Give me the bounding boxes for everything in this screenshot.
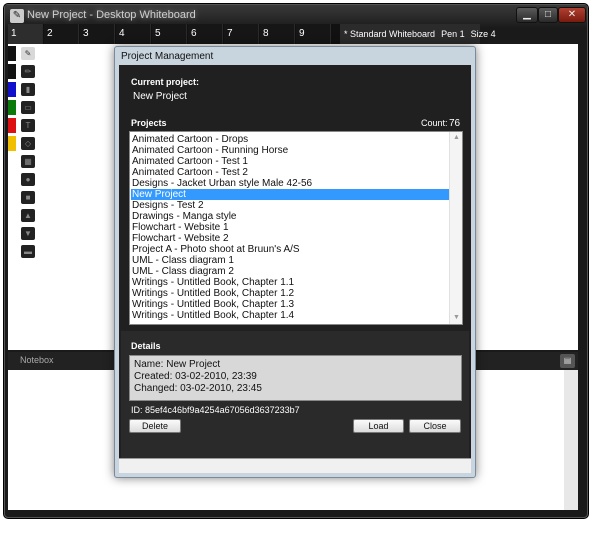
list-item[interactable]: Drawings - Manga style xyxy=(131,211,449,222)
pen-icon[interactable]: ✎ xyxy=(21,47,35,60)
project-list[interactable]: Animated Cartoon - Drops Animated Cartoo… xyxy=(129,131,463,325)
project-id: ID: 85ef4c46bf9a4254a67056d3637233b7 xyxy=(131,405,300,415)
color-swatch[interactable] xyxy=(8,100,16,115)
projects-label: Projects xyxy=(131,118,167,128)
tool-palette: ✎ ✏ ▮ ▭ T ◇ ▦ ● ■ ▲ ▼ ▬ xyxy=(8,46,40,260)
maximize-button[interactable]: □ xyxy=(538,7,558,23)
color-swatch[interactable] xyxy=(8,64,16,79)
current-project-value: New Project xyxy=(133,91,187,102)
app-logo-icon: ✎ xyxy=(10,9,24,23)
tab-page-3[interactable]: 3 xyxy=(80,24,115,44)
tab-page-6[interactable]: 6 xyxy=(188,24,223,44)
list-item[interactable]: Animated Cartoon - Running Horse xyxy=(131,145,449,156)
color-swatch[interactable] xyxy=(8,118,16,133)
list-item[interactable]: Flowchart - Website 1 xyxy=(131,222,449,233)
highlighter-icon[interactable]: ▮ xyxy=(21,83,35,96)
close-button[interactable]: Close xyxy=(409,419,461,433)
list-item-selected[interactable]: New Project xyxy=(131,189,449,200)
notebox-label: Notebox xyxy=(20,355,54,365)
pen-indicator: Pen 1 xyxy=(441,29,465,39)
list-item[interactable]: Writings - Untitled Book, Chapter 1.2 xyxy=(131,288,449,299)
scroll-up-icon[interactable]: ▲ xyxy=(452,134,461,142)
grid-icon[interactable]: ▦ xyxy=(21,155,35,168)
color-swatch[interactable] xyxy=(8,82,16,97)
close-window-button[interactable]: ✕ xyxy=(558,7,586,23)
count-value: 76 xyxy=(449,118,461,129)
tab-page-7[interactable]: 7 xyxy=(224,24,259,44)
tab-page-1[interactable]: 1 xyxy=(8,24,43,44)
text-icon[interactable]: T xyxy=(21,119,35,132)
list-item[interactable]: Animated Cartoon - Test 2 xyxy=(131,167,449,178)
delete-button[interactable]: Delete xyxy=(129,419,181,433)
color-swatch[interactable] xyxy=(8,136,16,151)
tab-page-8[interactable]: 8 xyxy=(260,24,295,44)
list-item[interactable]: Animated Cartoon - Test 1 xyxy=(131,156,449,167)
notebox-toggle-icon[interactable]: ▤ xyxy=(560,354,575,368)
load-button[interactable]: Load xyxy=(353,419,404,433)
size-indicator: Size 4 xyxy=(470,29,496,39)
pencil-icon[interactable]: ✏ xyxy=(21,65,35,78)
list-item[interactable]: Animated Cartoon - Drops xyxy=(131,134,449,145)
list-item[interactable]: Designs - Jacket Urban style Male 42-56 xyxy=(131,178,449,189)
details-box: Name: New Project Created: 03-02-2010, 2… xyxy=(129,355,462,401)
project-management-dialog: Project Management Current project: New … xyxy=(114,46,476,478)
list-item[interactable]: Writings - Untitled Book, Chapter 1.4 xyxy=(131,310,449,321)
current-project-label: Current project: xyxy=(131,77,200,87)
list-item[interactable]: UML - Class diagram 2 xyxy=(131,266,449,277)
details-section: Details Name: New Project Created: 03-02… xyxy=(121,331,469,458)
detail-name: Name: New Project xyxy=(134,359,221,370)
image-icon[interactable]: ▬ xyxy=(21,245,35,258)
list-item[interactable]: Project A - Photo shoot at Bruun's A/S xyxy=(131,244,449,255)
triangle-up-icon[interactable]: ▲ xyxy=(21,209,35,222)
rectangle-icon[interactable]: ■ xyxy=(21,191,35,204)
scroll-down-icon[interactable]: ▼ xyxy=(452,314,461,322)
color-swatch[interactable] xyxy=(8,46,16,61)
status-area: * Standard Whiteboard Pen 1 Size 4 xyxy=(340,24,496,44)
window-title: New Project - Desktop Whiteboard xyxy=(27,9,196,21)
tab-page-5[interactable]: 5 xyxy=(152,24,187,44)
tab-page-4[interactable]: 4 xyxy=(116,24,151,44)
minimize-button[interactable]: ▁ xyxy=(516,7,538,23)
details-label: Details xyxy=(131,341,161,351)
shape-icon[interactable]: ◇ xyxy=(21,137,35,150)
circle-icon[interactable]: ● xyxy=(21,173,35,186)
tab-page-9[interactable]: 9 xyxy=(296,24,331,44)
detail-changed: Changed: 03-02-2010, 23:45 xyxy=(134,383,262,394)
board-name: * Standard Whiteboard xyxy=(344,29,436,39)
list-scrollbar[interactable]: ▲ ▼ xyxy=(449,132,462,324)
list-item[interactable]: UML - Class diagram 1 xyxy=(131,255,449,266)
dialog-title: Project Management xyxy=(121,51,214,62)
tab-page-2[interactable]: 2 xyxy=(44,24,79,44)
list-item[interactable]: Writings - Untitled Book, Chapter 1.3 xyxy=(131,299,449,310)
eraser-icon[interactable]: ▭ xyxy=(21,101,35,114)
list-item[interactable]: Designs - Test 2 xyxy=(131,200,449,211)
triangle-down-icon[interactable]: ▼ xyxy=(21,227,35,240)
count-label: Count: xyxy=(421,118,448,128)
list-item[interactable]: Writings - Untitled Book, Chapter 1.1 xyxy=(131,277,449,288)
page-tab-bar: 1 2 3 4 5 6 7 8 9 * Standard Whiteboard P… xyxy=(8,24,496,44)
list-item[interactable]: Flowchart - Website 2 xyxy=(131,233,449,244)
dialog-footer xyxy=(119,458,471,473)
detail-created: Created: 03-02-2010, 23:39 xyxy=(134,371,257,382)
dialog-body: Current project: New Project Projects Co… xyxy=(119,65,471,458)
